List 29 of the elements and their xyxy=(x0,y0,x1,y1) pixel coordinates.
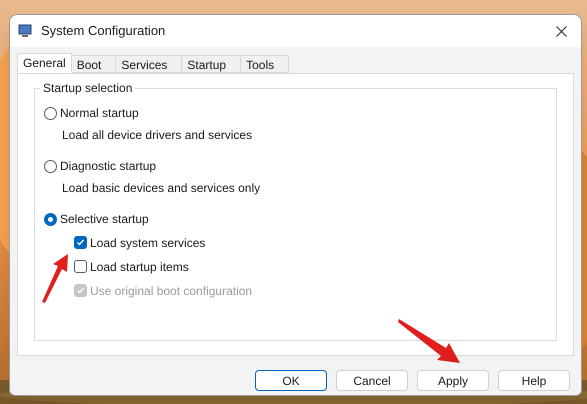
radio-button[interactable] xyxy=(44,160,57,172)
tab[interactable]: Tools xyxy=(240,55,290,73)
radio-label: Normal startup xyxy=(60,105,139,122)
group-title: Startup selection xyxy=(40,81,136,95)
checkbox[interactable] xyxy=(74,260,87,273)
tab[interactable]: Boot xyxy=(70,55,116,73)
tab[interactable]: Startup xyxy=(181,55,242,73)
radio-label: Diagnostic startup xyxy=(60,158,156,175)
close-icon[interactable] xyxy=(556,26,567,36)
option-description: Load all device drivers and services xyxy=(62,128,254,142)
checkmark-icon xyxy=(76,238,85,247)
computer-icon xyxy=(18,24,32,38)
tab[interactable]: General xyxy=(17,53,72,73)
dialog-button[interactable]: Apply xyxy=(417,370,489,391)
radio-button[interactable] xyxy=(44,212,57,226)
checkbox-label: Load startup items xyxy=(90,258,189,276)
dialog-button[interactable]: Help xyxy=(498,370,570,391)
pointer-arrow xyxy=(398,316,462,364)
checkbox-label: Load system services xyxy=(90,234,206,252)
radio-button[interactable] xyxy=(44,106,57,120)
checkbox-label: Use original boot configuration xyxy=(90,282,252,300)
checkmark-icon xyxy=(76,286,85,295)
checkbox[interactable] xyxy=(74,236,87,249)
option-description: Load basic devices and services only xyxy=(62,181,262,195)
dialog-button[interactable]: OK xyxy=(255,370,327,391)
tab[interactable]: Services xyxy=(115,55,182,73)
radio-label: Selective startup xyxy=(60,211,149,228)
dialog-button[interactable]: Cancel xyxy=(336,370,408,391)
window-title: System Configuration xyxy=(41,22,166,40)
